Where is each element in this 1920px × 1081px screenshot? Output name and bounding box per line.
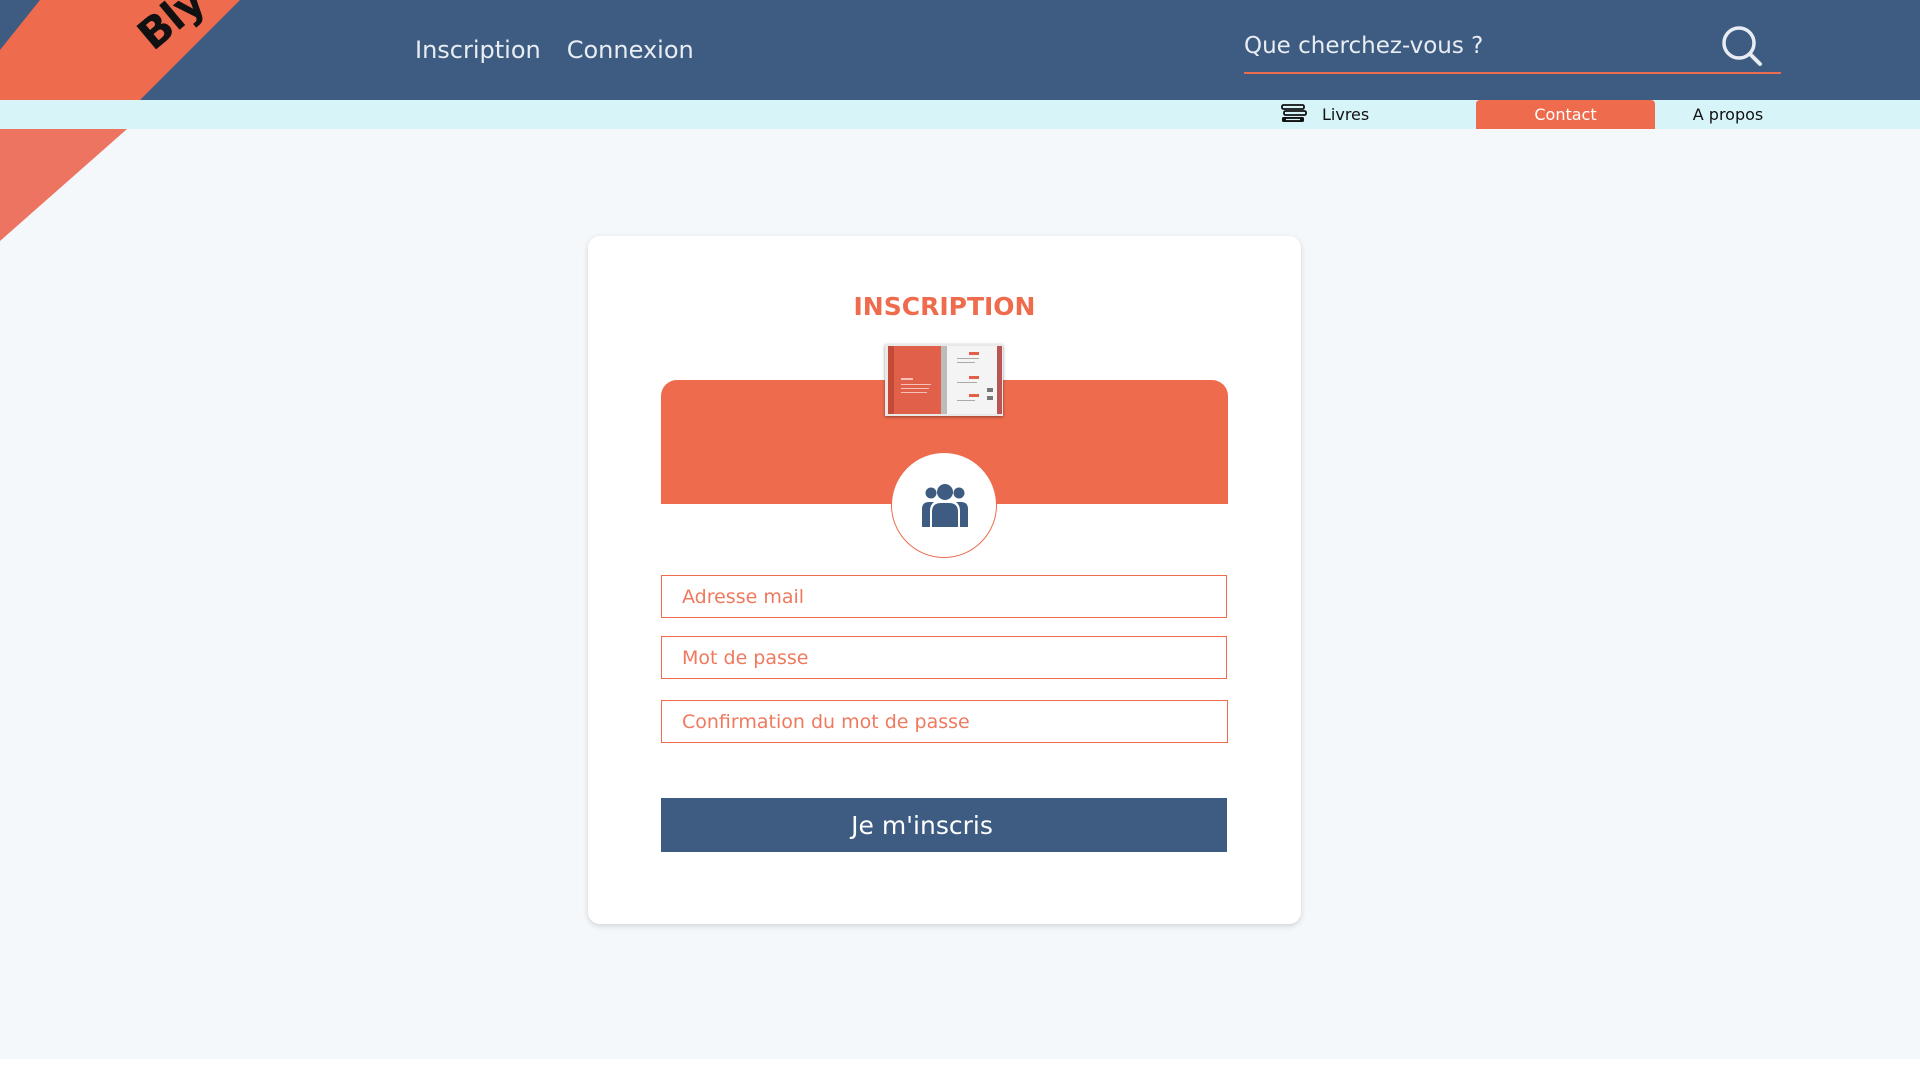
subnav-livres[interactable]: Livres bbox=[1278, 100, 1398, 129]
page-title: INSCRIPTION bbox=[853, 292, 1036, 321]
search-input[interactable] bbox=[1244, 28, 1704, 64]
email-field[interactable] bbox=[661, 575, 1227, 618]
signup-button-label: Je m'inscris bbox=[851, 810, 993, 840]
secondary-nav: Livres Contact A propos bbox=[0, 100, 1920, 129]
corner-decoration bbox=[0, 129, 127, 241]
password-field[interactable] bbox=[661, 636, 1227, 679]
signup-button[interactable]: Je m'inscris bbox=[661, 798, 1227, 852]
users-group-icon bbox=[922, 484, 968, 527]
search-icon[interactable] bbox=[1720, 24, 1764, 68]
nav-connexion-link[interactable]: Connexion bbox=[567, 36, 694, 64]
open-book-image bbox=[885, 344, 1003, 416]
top-header: Bly Inscription Connexion bbox=[0, 0, 1920, 100]
signup-card: INSCRIPTION Je m' bbox=[588, 236, 1301, 924]
logo[interactable]: Bly bbox=[0, 0, 300, 100]
subnav-contact[interactable]: Contact bbox=[1476, 100, 1655, 129]
confirm-password-field[interactable] bbox=[661, 700, 1228, 743]
subnav-livres-label: Livres bbox=[1322, 105, 1370, 124]
top-nav: Inscription Connexion bbox=[415, 36, 694, 64]
nav-inscription-link[interactable]: Inscription bbox=[415, 36, 541, 64]
books-icon bbox=[1281, 104, 1307, 122]
search-bar bbox=[1244, 22, 1781, 74]
subnav-apropos[interactable]: A propos bbox=[1668, 100, 1788, 129]
avatar bbox=[891, 452, 997, 558]
